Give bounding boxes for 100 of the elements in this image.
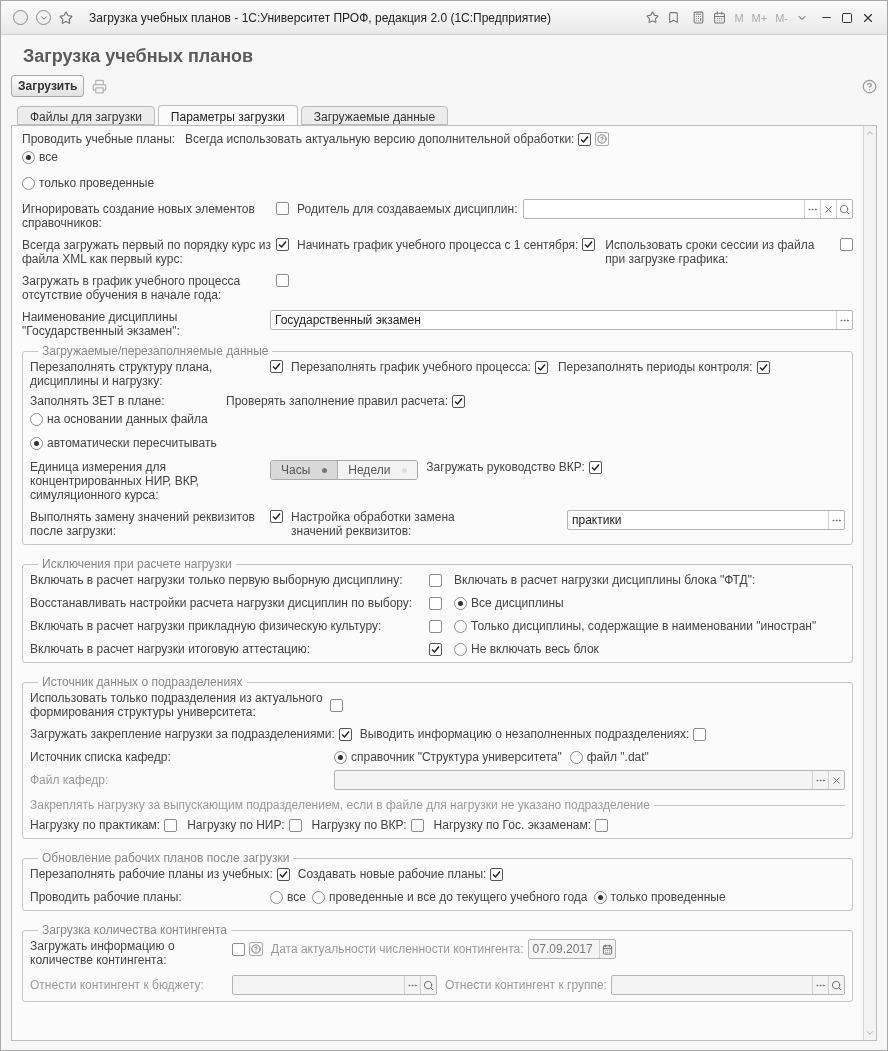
field-label: Использовать только подразделения из актуального формирования структуры университета: [30,691,324,719]
input-field[interactable] [523,199,853,219]
option-label: все [39,150,58,164]
field-label: Наименование дисциплины "Государственный экзамен": [22,310,181,338]
checkbox[interactable] [276,274,289,287]
option-label: Не включать весь блок [471,642,599,656]
app-logo-icon[interactable] [13,10,28,25]
tab[interactable]: Параметры загрузки [157,105,298,126]
search-icon[interactable] [420,976,436,994]
radio-button[interactable] [569,750,583,764]
search-icon[interactable] [828,976,844,994]
radio-button[interactable] [30,436,43,450]
favorite-icon[interactable] [646,11,660,24]
radio-button[interactable] [311,890,325,904]
field-label: Проводить рабочие планы: [30,890,183,904]
checkbox[interactable] [276,202,289,215]
checkbox[interactable] [452,394,466,408]
load-button[interactable]: Загрузить [11,75,85,97]
calculator-icon[interactable] [692,11,706,24]
radio-button[interactable] [454,642,467,656]
field-label: Проверять заполнение правил расчета: [226,394,449,408]
tab[interactable]: Файлы для загрузки [17,106,155,125]
radio-button[interactable] [593,890,607,904]
radio-button[interactable] [30,412,43,426]
checkbox[interactable] [429,642,442,656]
radio-button[interactable] [334,750,347,764]
segment-button[interactable]: Недели [337,461,418,479]
checkbox[interactable] [338,727,352,741]
radio-button[interactable] [22,176,35,190]
option-label: на основании данных файла [47,412,208,426]
input-field[interactable]: практики [567,510,845,530]
field-label: Проводить учебные планы: [22,132,176,146]
checkbox[interactable] [288,818,302,832]
field-label: Всегда использовать актуальную версию дополнительной обработки: [185,132,575,146]
radio-button[interactable] [22,150,35,164]
checkbox[interactable] [840,238,853,251]
checkbox[interactable] [429,619,442,633]
maximize-icon[interactable] [841,11,853,24]
tab[interactable]: Загружаемые данные [300,106,449,125]
checkbox[interactable] [588,460,602,474]
input-field[interactable] [334,770,845,790]
field-label: Загружать информацию о количестве контингента: [30,939,176,967]
checkbox[interactable] [693,727,707,741]
checkbox[interactable] [578,132,592,146]
field-label: Единица измерения для концентрированных НИР, ВКР, симуляционного курса: [30,460,200,502]
checkbox[interactable] [595,818,609,832]
checkbox[interactable] [410,818,424,832]
checkbox[interactable] [534,360,548,374]
bookmark-icon[interactable] [667,11,681,24]
input-field[interactable]: Государственный экзамен [270,310,853,330]
input-field[interactable] [610,975,845,995]
option-label: Только дисциплины, содержащие в наименовании "иностран" [471,619,817,633]
checkbox[interactable] [270,360,283,373]
help-icon[interactable] [862,78,877,94]
help-icon[interactable] [249,942,263,956]
segment-button[interactable]: Часы [271,461,338,479]
checkbox[interactable] [270,510,283,523]
more-icon[interactable] [828,511,844,529]
checkbox[interactable] [276,238,289,251]
input-field[interactable] [232,975,437,995]
checkbox[interactable] [490,867,504,881]
checkbox[interactable] [276,867,290,881]
field-label: Нагрузку по НИР: [187,818,285,832]
group-title: Источник данных о подразделениях [41,675,244,689]
field-label: Дата актуальности численности контингента: [271,942,524,956]
field-label: Начинать график учебного процесса с 1 сентября: [297,238,579,252]
radio-button[interactable] [454,596,467,610]
printer-icon[interactable] [92,78,108,94]
field-label: Перезаполнять рабочие планы из учебных: [30,867,273,881]
field-label: Использовать сроки сессии из файла при загрузке графика: [605,238,816,266]
group-title: Загружаемые/перезаполняемые данные [41,344,270,358]
option-label: файл ".dat" [586,750,649,764]
field-label: Перезаполнять структуру плана, дисциплины и нагрузку: [30,360,214,388]
field-label: Создавать новые рабочие планы: [297,867,487,881]
field-label: Игнорировать создание новых элементов справочников: [22,202,256,230]
checkbox[interactable] [756,360,770,374]
search-icon[interactable] [836,200,852,218]
favorite-icon[interactable] [59,10,73,25]
checkbox[interactable] [582,238,596,251]
checkbox[interactable] [164,818,178,832]
field-label: Перезаполнять график учебного процесса: [291,360,531,374]
checkbox[interactable] [429,573,442,587]
radio-button[interactable] [270,890,283,904]
checkbox[interactable] [232,942,245,956]
checkbox[interactable] [429,596,442,610]
field-label: Загружать в график учебного процесса отсутствие обучения в начале года: [22,274,242,302]
window-title: Загрузка учебных планов - 1С:Университет ПРОФ, редакция 2.0 (1С:Предприятие) [89,10,552,25]
more-icon[interactable] [836,311,852,329]
field-label: Восстанавливать настройки расчета нагрузки дисциплин по выбору: [30,596,413,610]
option-label: Все дисциплины [471,596,564,610]
radio-button[interactable] [454,619,467,633]
field-label: Включать в расчет нагрузки дисциплины блока "ФТД": [454,573,757,587]
field-label: Закреплять нагрузку за выпускающим подразделением, если в файле для нагрузки не указано подразделение [30,798,650,812]
calendar-icon[interactable] [713,11,727,24]
field-label: Отнести контингент к группе: [445,978,607,992]
field-label: Включать в расчет нагрузки только первую выборную дисциплину: [30,573,403,587]
checkbox[interactable] [330,698,343,712]
option-label: все [287,890,306,904]
option-label: автоматически пересчитывать [47,436,217,450]
option-label: справочник "Структура университета" [351,750,562,764]
